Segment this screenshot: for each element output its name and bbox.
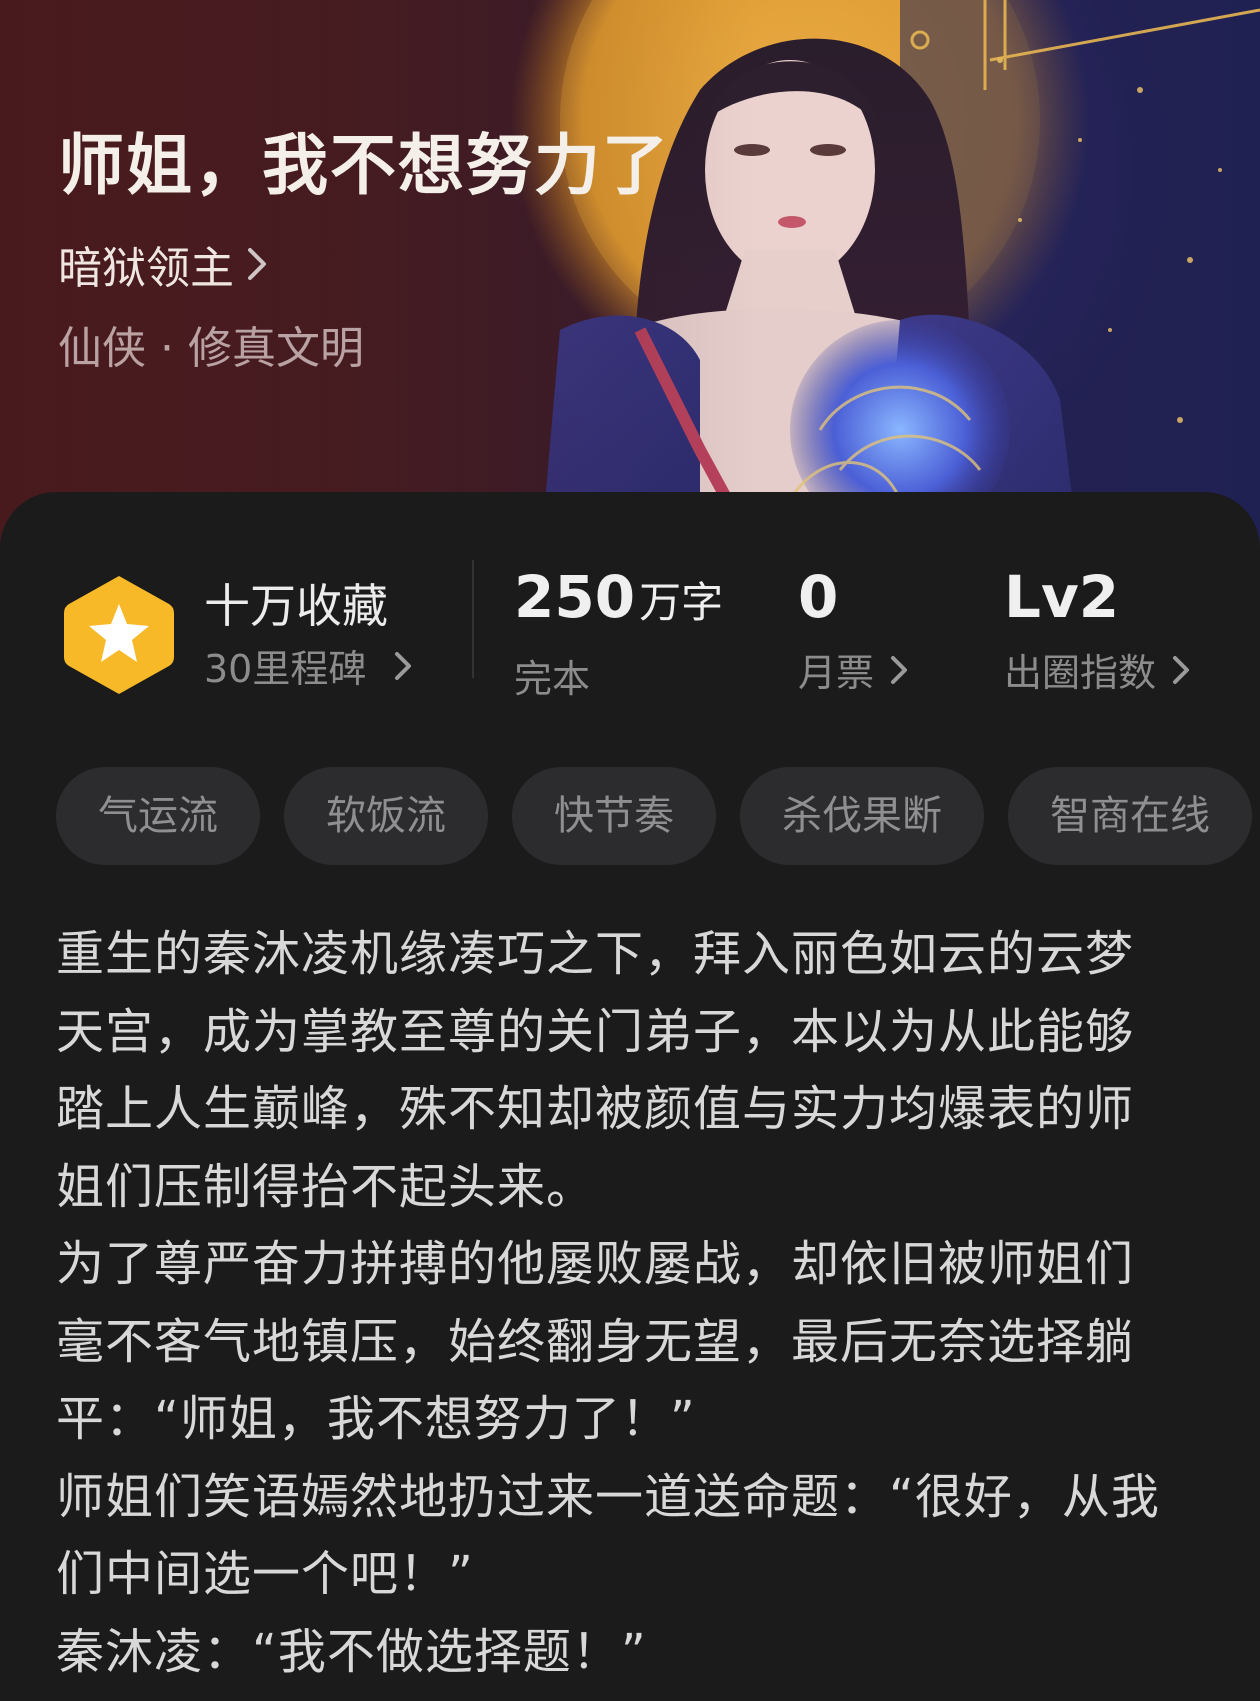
popularity-level-value: Lv2 (1004, 563, 1120, 631)
chevron-right-icon (1173, 655, 1190, 684)
tag-chip[interactable]: 气运流 (56, 767, 260, 865)
chevron-right-icon (891, 655, 908, 684)
tag-chip[interactable]: 杀伐果断 (740, 767, 984, 865)
book-cover-header: 师姐，我不想努力了 暗狱领主 仙侠 · 修真文明 (0, 0, 1260, 560)
popularity-level-text: 出圈指数 (1004, 651, 1157, 695)
word-count-label: 完本 (514, 648, 723, 703)
synopsis-paragraph: 师姐们笑语嫣然地扔过来一道送命题：“很好，从我们中间选一个吧！” (56, 1468, 1160, 1603)
chevron-right-icon (248, 248, 266, 280)
monthly-ticket-label: 月票 (798, 642, 908, 697)
stats-divider (472, 560, 474, 678)
tag-list: 气运流 软饭流 快节奏 杀伐果断 智商在线 (56, 767, 1260, 867)
stats-row: 十万收藏 30里程碑 250万字 完本 0 月票 Lv2 出圈指数 (0, 492, 1260, 701)
collect-milestone-link[interactable]: 30里程碑 (204, 638, 412, 693)
book-title: 师姐，我不想努力了 (58, 126, 670, 204)
book-category: 仙侠 · 修真文明 (58, 323, 364, 374)
author-link[interactable]: 暗狱领主 (58, 232, 268, 296)
author-name: 暗狱领主 (58, 243, 234, 294)
book-info-panel: 十万收藏 30里程碑 250万字 完本 0 月票 Lv2 出圈指数 气运流 软饭… (0, 492, 1260, 1701)
popularity-level-stat[interactable]: Lv2 出圈指数 (1004, 564, 1190, 697)
word-count-value: 250万字 (514, 564, 723, 636)
chevron-right-icon (395, 651, 412, 680)
word-count-unit: 万字 (639, 578, 724, 627)
collect-milestone-title: 十万收藏 (204, 579, 388, 633)
completion-status: 完本 (514, 657, 591, 701)
star-hexagon-icon (64, 576, 174, 694)
monthly-ticket-stat[interactable]: 0 月票 (798, 564, 908, 697)
word-count-stat: 250万字 完本 (514, 564, 723, 703)
word-count-number: 250 (514, 563, 636, 631)
collect-milestone-sub: 30里程碑 (204, 647, 367, 691)
popularity-level-label: 出圈指数 (1004, 642, 1190, 697)
synopsis-paragraph: 重生的秦沐凌机缘凑巧之下，拜入丽色如云的云梦天宫，成为掌教至尊的关门弟子，本以为… (56, 926, 1135, 1215)
tag-chip[interactable]: 软饭流 (284, 767, 488, 865)
book-synopsis: 重生的秦沐凌机缘凑巧之下，拜入丽色如云的云梦天宫，成为掌教至尊的关门弟子，本以为… (56, 916, 1176, 1691)
tag-chip[interactable]: 智商在线 (1008, 767, 1252, 865)
tag-chip[interactable]: 快节奏 (512, 767, 716, 865)
monthly-ticket-value: 0 (798, 563, 839, 631)
monthly-ticket-text: 月票 (798, 651, 875, 695)
synopsis-paragraph: 为了尊严奋力拼搏的他屡败屡战，却依旧被师姐们毫不客气地镇压，始终翻身无望，最后无… (56, 1236, 1135, 1447)
synopsis-paragraph: 秦沐凌：“我不做选择题！” (56, 1623, 647, 1680)
